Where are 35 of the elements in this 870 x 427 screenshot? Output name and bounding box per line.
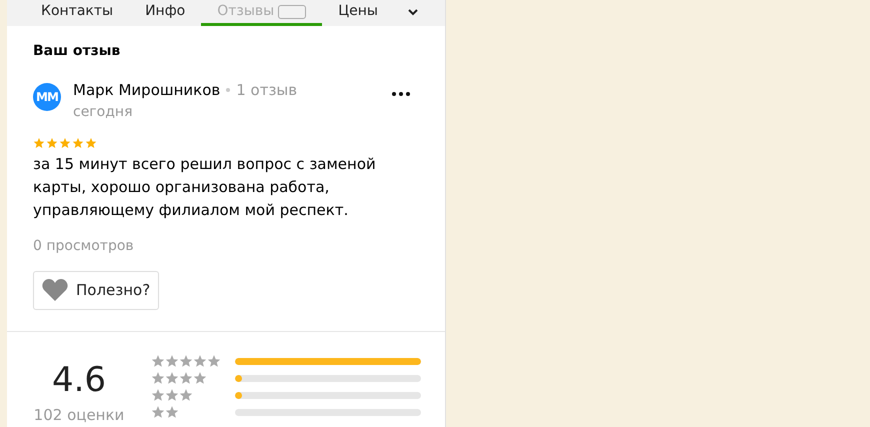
star-icon [33, 136, 45, 148]
star-icon [59, 136, 71, 148]
more-icon[interactable] [391, 91, 411, 97]
star-icon [179, 388, 193, 402]
star-icon [207, 354, 221, 368]
star-icon [165, 388, 179, 402]
tab[interactable]: Инфо [129, 0, 202, 26]
view-count: 0 просмотров [33, 236, 135, 256]
author-name[interactable]: Марк Мирошников [73, 79, 220, 102]
star-icon [72, 136, 84, 148]
star-icon [151, 371, 165, 385]
star-icon [179, 371, 193, 385]
review-text: за 15 минут всего решил вопрос с заменой карты, хорошо организована работа, управляющему филиалом мой респект. [33, 154, 377, 220]
star-icon [193, 371, 207, 385]
tab[interactable]: Контакты [25, 0, 130, 26]
avatar: ММ [33, 83, 61, 111]
star-icon [151, 405, 165, 419]
star-icon [179, 354, 193, 368]
section-title: Ваш отзыв [33, 42, 122, 61]
star-icon [46, 136, 58, 148]
author-review-count: 1 отзыв [236, 80, 298, 101]
star-icon [165, 371, 179, 385]
helpful-button[interactable]: Полезно? [33, 270, 160, 310]
review-date: сегодня [73, 102, 134, 122]
star-icon [193, 354, 207, 368]
star-icon [165, 354, 179, 368]
chevron-down-icon[interactable] [408, 8, 418, 16]
tab[interactable]: Цены [322, 0, 394, 26]
rating-score: 4.6 [52, 360, 106, 400]
star-icon [151, 388, 165, 402]
star-icon [165, 405, 179, 419]
star-icon [85, 136, 97, 148]
heart-icon [42, 279, 68, 301]
star-icon [151, 354, 165, 368]
rating-count: 102 оценки [34, 404, 124, 426]
